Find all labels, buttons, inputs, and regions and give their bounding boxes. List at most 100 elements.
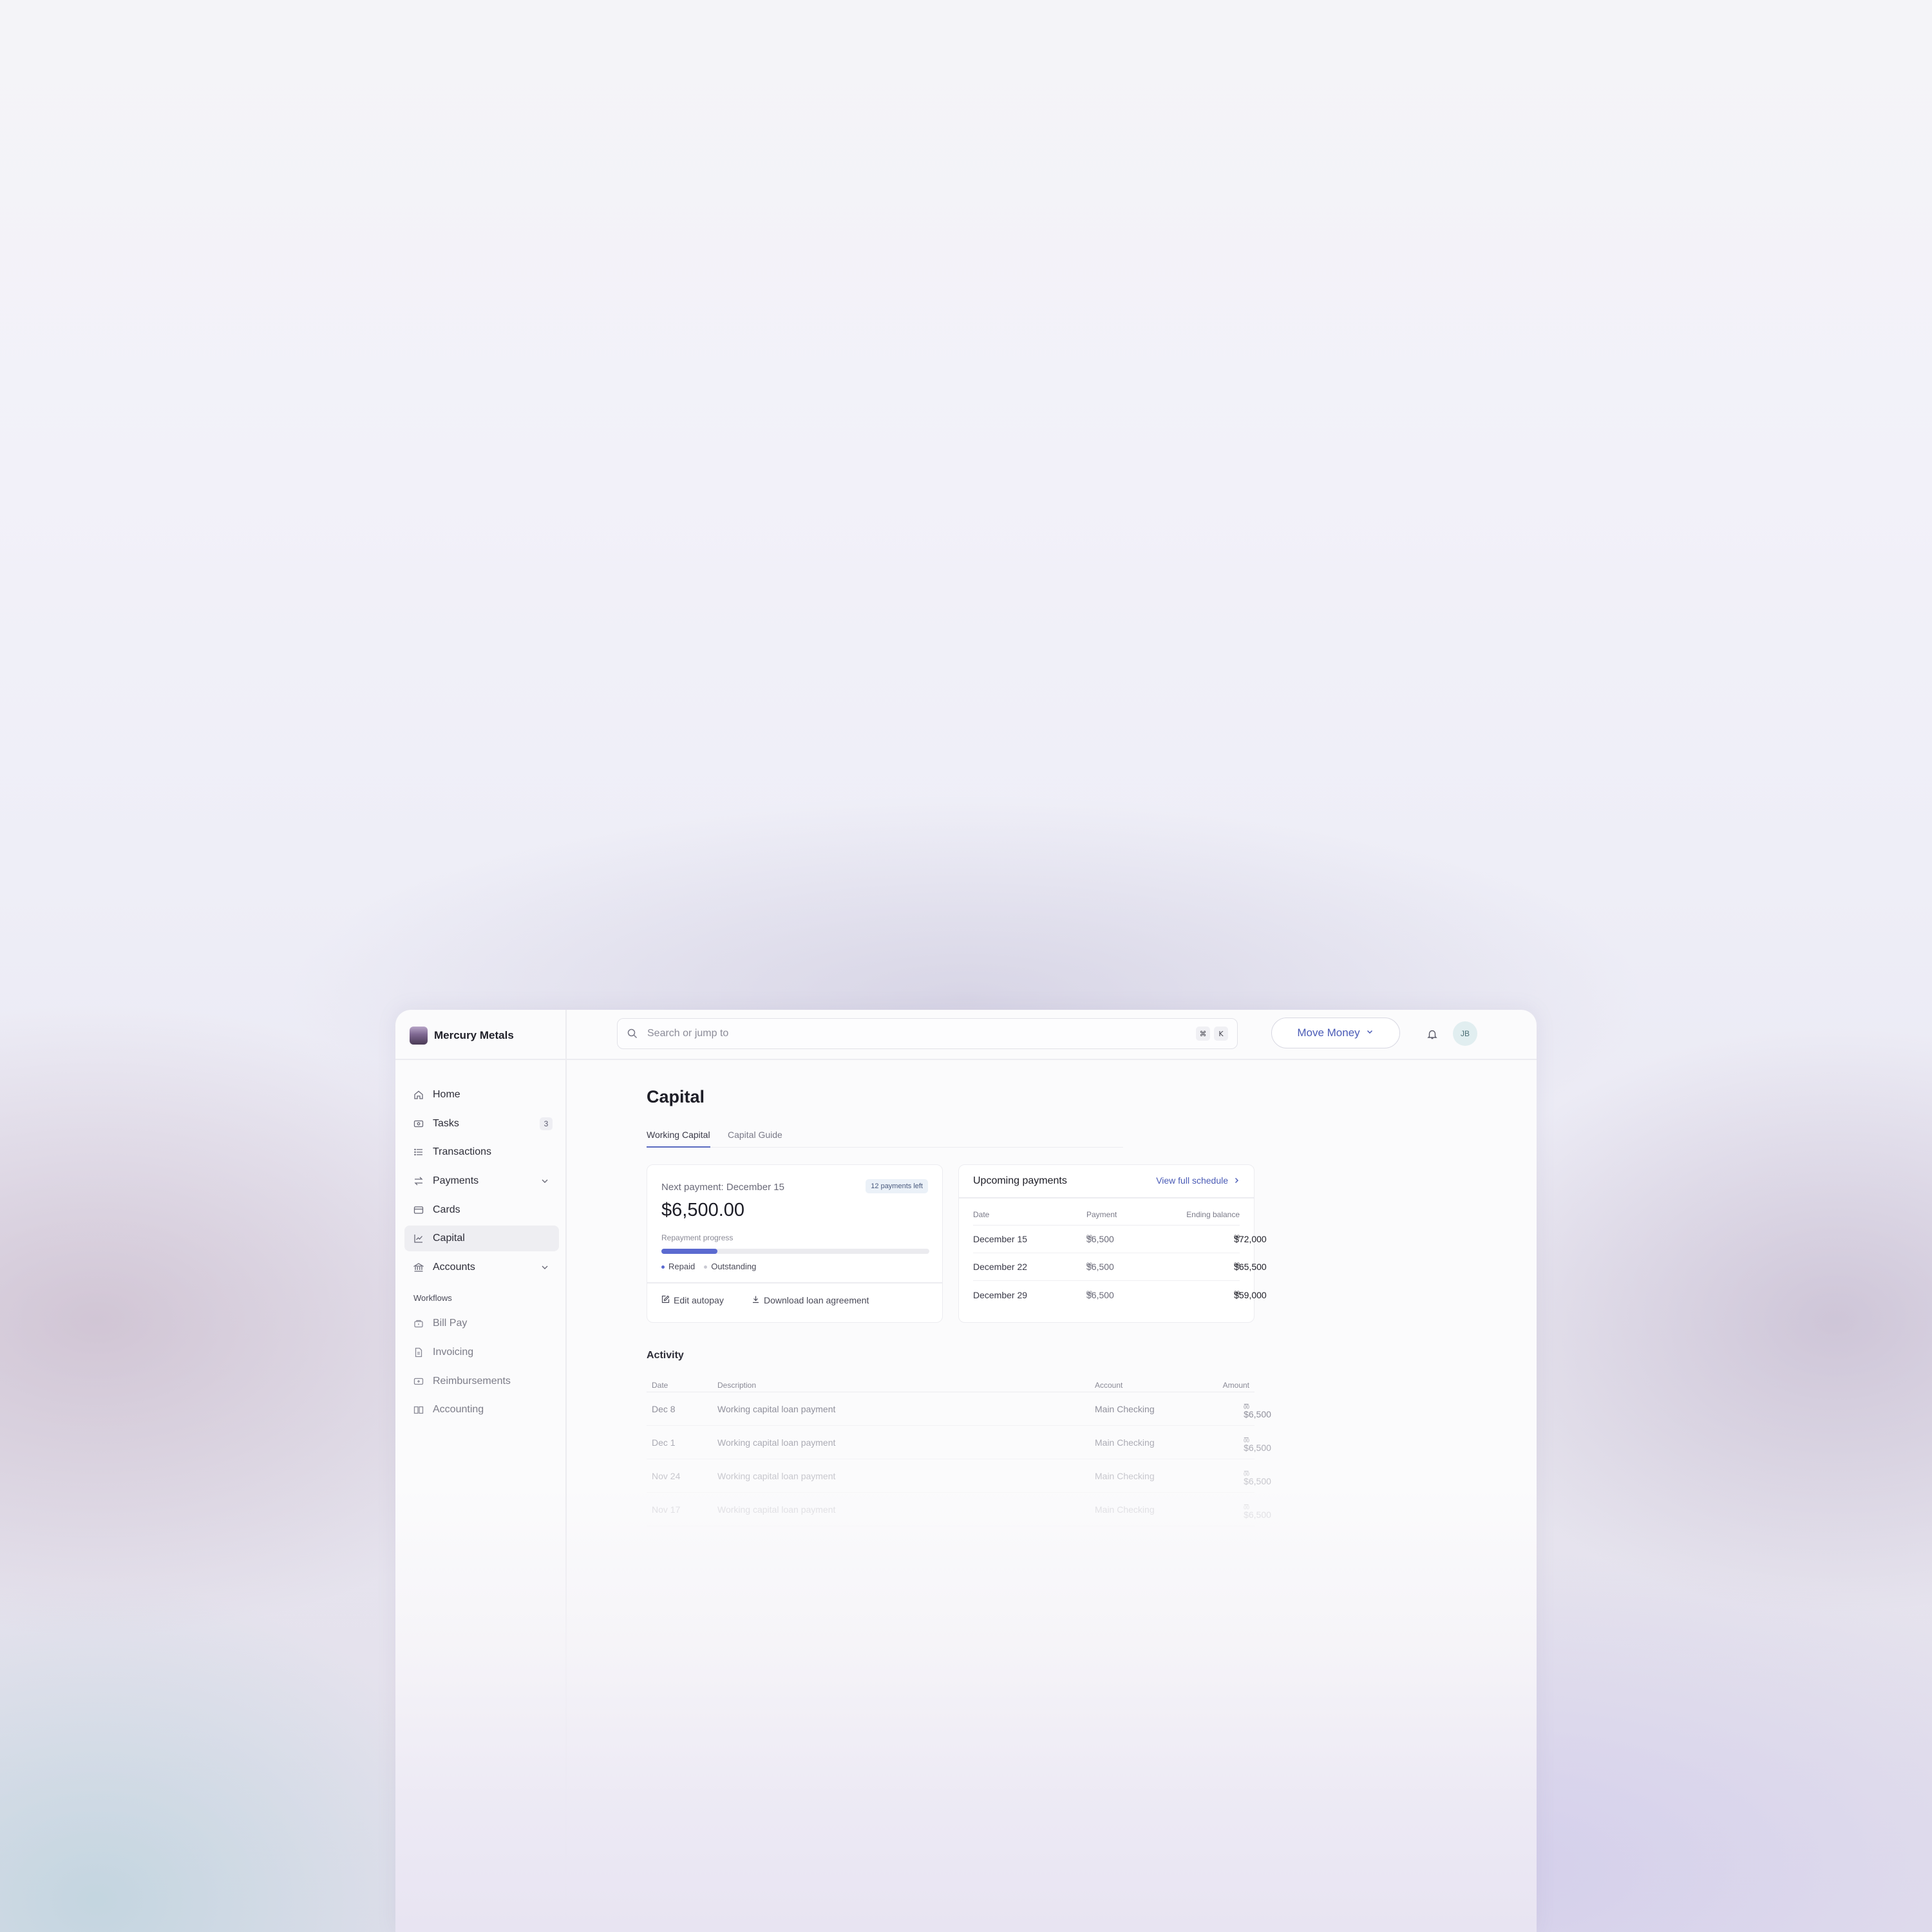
- repayment-progress-bar: [661, 1249, 929, 1254]
- sidebar-nav: Home Tasks 3 Transactions Payments Cards…: [404, 1082, 559, 1426]
- next-payment-card: Next payment: December 15 12 payments le…: [647, 1164, 943, 1323]
- sidebar: Mercury Metals Home Tasks 3 Transactions…: [395, 1010, 567, 1932]
- move-money-button[interactable]: Move Money: [1271, 1018, 1400, 1048]
- sidebar-item-transactions[interactable]: Transactions: [404, 1139, 559, 1165]
- chevron-down-icon: [1365, 1027, 1374, 1039]
- sidebar-item-capital[interactable]: Capital: [404, 1226, 559, 1252]
- activity-amount: −$6,500 00: [1244, 1432, 1271, 1453]
- sidebar-item-invoicing[interactable]: Invoicing: [404, 1340, 559, 1365]
- tasks-count-badge: 3: [540, 1117, 553, 1130]
- chart-icon: [413, 1233, 424, 1244]
- download-loan-agreement-button[interactable]: Download loan agreement: [752, 1295, 869, 1305]
- repayment-progress-fill: [661, 1249, 718, 1254]
- edit-icon: [661, 1295, 670, 1305]
- legend-repaid-label: Repaid: [668, 1262, 696, 1271]
- sidebar-item-reimbursements[interactable]: Reimbursements: [404, 1368, 559, 1394]
- column-header: Description: [717, 1380, 757, 1390]
- tab-capital-guide[interactable]: Capital Guide: [728, 1130, 782, 1148]
- move-money-label: Move Money: [1297, 1027, 1360, 1039]
- tasks-icon: [413, 1119, 424, 1129]
- card-divider: [647, 1282, 942, 1283]
- sidebar-header-divider: [395, 1059, 565, 1060]
- sidebar-item-home[interactable]: Home: [404, 1082, 559, 1108]
- activity-amount: −$6,500 00: [1244, 1465, 1271, 1486]
- table-row: December 29 $6,500 00 $59,000 00: [973, 1281, 1267, 1309]
- sidebar-item-label: Accounting: [433, 1404, 484, 1416]
- column-header: Payment: [1086, 1209, 1117, 1219]
- download-loan-agreement-label: Download loan agreement: [764, 1295, 869, 1305]
- sidebar-item-label: Reimbursements: [433, 1375, 511, 1387]
- invoice-icon: [413, 1347, 424, 1358]
- table-header-row: Date Description Account Amount: [647, 1378, 1255, 1392]
- bell-icon[interactable]: [1426, 1028, 1439, 1041]
- sidebar-item-accounts[interactable]: Accounts: [404, 1255, 559, 1280]
- view-full-schedule-label: View full schedule: [1156, 1175, 1228, 1186]
- edit-autopay-button[interactable]: Edit autopay: [661, 1295, 724, 1305]
- download-icon: [752, 1295, 760, 1305]
- ending-balance: $59,000 00: [1234, 1289, 1267, 1300]
- reimbursement-icon: [413, 1376, 424, 1387]
- activity-date: Dec 8: [652, 1403, 676, 1414]
- table-row[interactable]: Dec 8 Working capital loan payment Main …: [647, 1392, 1271, 1426]
- transfer-icon: [413, 1176, 424, 1186]
- column-header: Date: [973, 1209, 990, 1219]
- activity-account: Main Checking: [1095, 1470, 1155, 1481]
- activity-description: Working capital loan payment: [717, 1437, 836, 1448]
- table-row[interactable]: Nov 24 Working capital loan payment Main…: [647, 1459, 1271, 1493]
- table-row[interactable]: Dec 1 Working capital loan payment Main …: [647, 1426, 1271, 1459]
- activity-account: Main Checking: [1095, 1403, 1155, 1414]
- column-header: Ending balance: [1186, 1209, 1240, 1219]
- accounting-icon: [413, 1405, 424, 1415]
- sidebar-item-label: Capital: [433, 1233, 465, 1244]
- chevron-down-icon[interactable]: [540, 1262, 550, 1273]
- avatar[interactable]: JB: [1453, 1021, 1477, 1046]
- shortcut-key-k: K: [1214, 1027, 1228, 1041]
- payment-amount: $6,500 00: [1086, 1289, 1114, 1300]
- ending-balance: $72,000 00: [1234, 1234, 1267, 1244]
- activity-amount: −$6,500 00: [1244, 1398, 1271, 1419]
- chevron-right-icon: [1233, 1175, 1240, 1186]
- next-payment-label: Next payment: December 15: [661, 1182, 784, 1193]
- payment-amount: $6,500 00: [1086, 1262, 1114, 1272]
- sidebar-item-label: Home: [433, 1089, 460, 1100]
- table-row: December 15 $6,500 00 $72,000 00: [973, 1226, 1267, 1253]
- column-header: Amount: [1222, 1380, 1249, 1390]
- card-icon: [413, 1205, 424, 1215]
- activity-description: Working capital loan payment: [717, 1470, 836, 1481]
- sidebar-item-cards[interactable]: Cards: [404, 1197, 559, 1223]
- upcoming-payments-title: Upcoming payments: [973, 1175, 1067, 1186]
- activity-description: Working capital loan payment: [717, 1403, 836, 1414]
- org-switcher[interactable]: Mercury Metals: [410, 1025, 514, 1046]
- search-bar[interactable]: Search or jump to ⌘ K: [617, 1018, 1238, 1049]
- sidebar-item-tasks[interactable]: Tasks 3: [404, 1111, 559, 1137]
- sidebar-item-label: Invoicing: [433, 1346, 474, 1358]
- activity-description: Working capital loan payment: [717, 1504, 836, 1515]
- legend-repaid: Repaid: [661, 1262, 695, 1271]
- page-title: Capital: [647, 1087, 705, 1106]
- table-row: December 22 $6,500 00 $65,500 00: [973, 1253, 1267, 1281]
- payment-date: December 15: [973, 1234, 1028, 1244]
- table-header-row: Date Payment Ending balance: [973, 1204, 1240, 1226]
- sidebar-item-bill-pay[interactable]: Bill Pay: [404, 1311, 559, 1336]
- search-icon: [627, 1028, 638, 1039]
- workflows-section-label: Workflows: [413, 1293, 452, 1303]
- next-payment-amount: $6,500.00: [661, 1200, 745, 1220]
- table-row[interactable]: Nov 17 Working capital loan payment Main…: [647, 1493, 1271, 1526]
- sidebar-item-payments[interactable]: Payments: [404, 1168, 559, 1194]
- activity-table: Date Description Account Amount Dec 8 Wo…: [647, 1378, 1271, 1526]
- org-name: Mercury Metals: [434, 1029, 514, 1041]
- sidebar-item-label: Payments: [433, 1175, 479, 1187]
- chevron-down-icon[interactable]: [540, 1176, 550, 1186]
- sidebar-item-label: Accounts: [433, 1262, 475, 1273]
- tab-working-capital[interactable]: Working Capital: [647, 1130, 710, 1148]
- activity-title: Activity: [647, 1350, 684, 1361]
- legend-outstanding: Outstanding: [704, 1262, 756, 1271]
- view-full-schedule-link[interactable]: View full schedule: [1156, 1175, 1240, 1186]
- search-input[interactable]: Search or jump to: [647, 1028, 1192, 1039]
- payment-date: December 29: [973, 1289, 1028, 1300]
- sidebar-item-label: Transactions: [433, 1146, 491, 1158]
- sidebar-item-accounting[interactable]: Accounting: [404, 1397, 559, 1423]
- activity-date: Nov 17: [652, 1504, 681, 1515]
- activity-amount: −$6,500 00: [1244, 1499, 1271, 1520]
- payment-date: December 22: [973, 1262, 1028, 1272]
